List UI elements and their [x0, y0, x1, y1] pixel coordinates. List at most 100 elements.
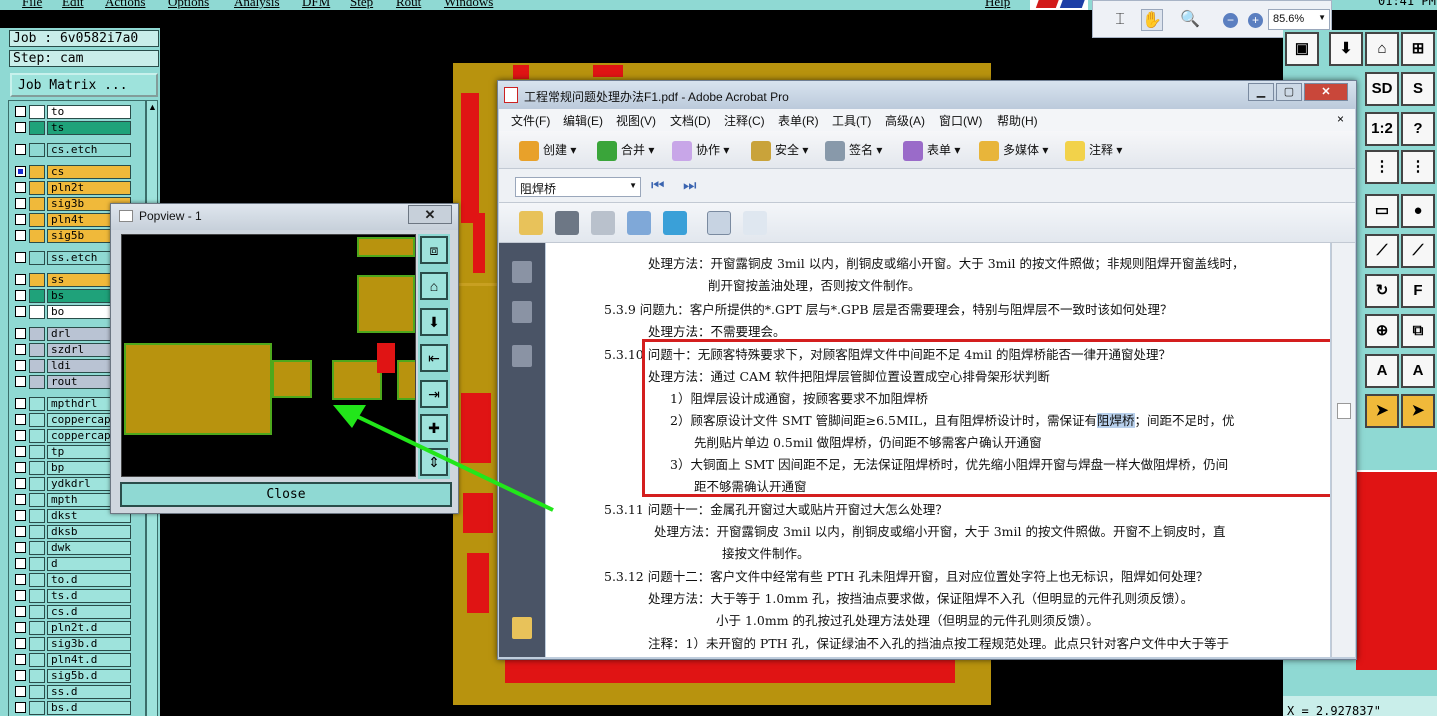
find-next-icon[interactable]: ⏭: [683, 177, 697, 194]
menu-dfm[interactable]: DFM: [302, 0, 330, 10]
close-document-icon[interactable]: ×: [1337, 112, 1344, 126]
layer-checkbox[interactable]: [15, 122, 26, 133]
layer-name[interactable]: dwk: [47, 541, 131, 555]
menu-advanced[interactable]: 高级(A): [885, 112, 925, 129]
layer-color-swatch[interactable]: [29, 477, 45, 491]
layer-color-swatch[interactable]: [29, 669, 45, 683]
layer-color-swatch[interactable]: [29, 105, 45, 119]
pan-right-icon[interactable]: ⇥: [420, 380, 448, 408]
layer-color-swatch[interactable]: [29, 273, 45, 287]
layer-color-swatch[interactable]: [29, 251, 45, 265]
layer-checkbox[interactable]: [15, 414, 26, 425]
arc-icon[interactable]: ↻: [1365, 274, 1399, 308]
layer-checkbox[interactable]: [15, 606, 26, 617]
snap-icon[interactable]: ⊕: [1365, 314, 1399, 348]
arc-b-icon[interactable]: A: [1401, 354, 1435, 388]
layer-name[interactable]: to.d: [47, 573, 131, 587]
fit-page-icon[interactable]: [743, 211, 767, 235]
menu-options[interactable]: Options: [168, 0, 209, 10]
layer-checkbox[interactable]: [15, 198, 26, 209]
pointer-icon[interactable]: ➤: [1365, 394, 1399, 428]
snake-icon[interactable]: S: [1401, 72, 1435, 106]
layer-name[interactable]: d: [47, 557, 131, 571]
scroll-up-icon[interactable]: ▲: [148, 102, 157, 112]
zoom-out-icon[interactable]: ⇕: [420, 448, 448, 476]
menu-comments[interactable]: 注释(C): [724, 112, 765, 129]
layer-name[interactable]: bs.d: [47, 701, 131, 715]
scroll-thumb[interactable]: [1337, 403, 1351, 419]
menu-file[interactable]: File: [22, 0, 42, 10]
layer-color-swatch[interactable]: [29, 229, 45, 243]
layer-checkbox[interactable]: [15, 510, 26, 521]
layer-row[interactable]: sig3b.d: [13, 637, 135, 651]
layer-checkbox[interactable]: [15, 252, 26, 263]
layer-checkbox[interactable]: [15, 622, 26, 633]
popview-canvas[interactable]: [121, 234, 416, 477]
measure-icon[interactable]: ⋮: [1365, 150, 1399, 184]
layer-row[interactable]: ts: [13, 121, 135, 135]
menu-edit[interactable]: 编辑(E): [563, 112, 603, 129]
grid-icon[interactable]: ⊞: [1401, 32, 1435, 66]
acrobat-titlebar[interactable]: 工程常规问题处理办法F1.pdf - Adobe Acrobat Pro ▁ ▢…: [498, 81, 1356, 109]
popview-titlebar[interactable]: Popview - 1: [111, 204, 458, 230]
forms-button[interactable]: 表单 ▾: [903, 141, 960, 161]
zoom-window-icon[interactable]: ⧈: [420, 236, 448, 264]
arc-a-icon[interactable]: A: [1365, 354, 1399, 388]
layer-row[interactable]: cs: [13, 165, 135, 179]
layer-color-swatch[interactable]: [29, 121, 45, 135]
layer-checkbox[interactable]: [15, 670, 26, 681]
layer-checkbox[interactable]: [15, 230, 26, 241]
menu-help[interactable]: Help: [985, 0, 1010, 10]
layer-checkbox[interactable]: [15, 360, 26, 371]
layer-color-swatch[interactable]: [29, 637, 45, 651]
signatures-icon[interactable]: [512, 345, 532, 367]
layer-row[interactable]: sig5b.d: [13, 669, 135, 683]
layer-color-swatch[interactable]: [29, 213, 45, 227]
layer-checkbox[interactable]: [15, 526, 26, 537]
layer-checkbox[interactable]: [15, 430, 26, 441]
layer-name[interactable]: ts.d: [47, 589, 131, 603]
layer-checkbox[interactable]: [15, 638, 26, 649]
layer-color-swatch[interactable]: [29, 305, 45, 319]
menu-forms[interactable]: 表单(R): [778, 112, 819, 129]
layer-name[interactable]: ss.d: [47, 685, 131, 699]
menu-step[interactable]: Step: [350, 0, 373, 10]
menu-edit[interactable]: Edit: [62, 0, 84, 10]
ruler-icon[interactable]: ▭: [1365, 194, 1399, 228]
layer-checkbox[interactable]: [15, 702, 26, 713]
layer-name[interactable]: cs.d: [47, 605, 131, 619]
menu-file[interactable]: 文件(F): [511, 112, 550, 129]
comment-button[interactable]: 注释 ▾: [1065, 141, 1122, 161]
layer-color-swatch[interactable]: [29, 557, 45, 571]
layer-name[interactable]: pln2t: [47, 181, 131, 195]
flip-icon[interactable]: F: [1401, 274, 1435, 308]
layer-color-swatch[interactable]: [29, 605, 45, 619]
layer-checkbox[interactable]: [15, 106, 26, 117]
layer-color-swatch[interactable]: [29, 327, 45, 341]
layer-row[interactable]: ts.d: [13, 589, 135, 603]
layer-color-swatch[interactable]: [29, 289, 45, 303]
layer-color-swatch[interactable]: [29, 589, 45, 603]
zoom-select[interactable]: 85.6% ▼: [1268, 9, 1330, 30]
create-button[interactable]: 创建 ▾: [519, 141, 576, 161]
email-icon[interactable]: [627, 211, 651, 235]
layer-color-swatch[interactable]: [29, 165, 45, 179]
layer-color-swatch[interactable]: [29, 493, 45, 507]
layer-checkbox[interactable]: [15, 376, 26, 387]
layer-name[interactable]: sig5b.d: [47, 669, 131, 683]
layer-checkbox[interactable]: [15, 462, 26, 473]
layer-color-swatch[interactable]: [29, 343, 45, 357]
layer-checkbox[interactable]: [15, 446, 26, 457]
sd-icon[interactable]: SD: [1365, 72, 1399, 106]
line-tool2-icon[interactable]: ⟋: [1401, 234, 1435, 268]
menu-window[interactable]: 窗口(W): [939, 112, 982, 129]
combine-button[interactable]: 合并 ▾: [597, 141, 654, 161]
layer-checkbox[interactable]: [15, 654, 26, 665]
save-icon[interactable]: [591, 211, 615, 235]
hand-tool-icon[interactable]: ✋: [1141, 9, 1163, 31]
fit-width-icon[interactable]: [707, 211, 731, 235]
help-icon[interactable]: ?: [1401, 112, 1435, 146]
layer-row[interactable]: to: [13, 105, 135, 119]
comments-icon[interactable]: [512, 617, 532, 639]
layer-color-swatch[interactable]: [29, 181, 45, 195]
